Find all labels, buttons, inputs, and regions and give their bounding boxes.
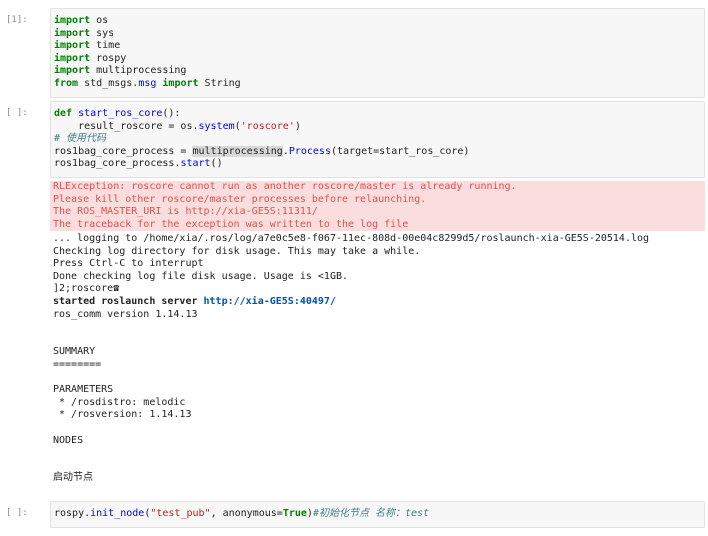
code-line: ros1bag_core_process = multiprocessing.P… xyxy=(54,145,704,159)
code-token: # 使用代码 xyxy=(54,133,107,145)
stdout-output: ... logging to /home/xia/.ros/log/a7e0c5… xyxy=(50,233,705,485)
stderr-line: The ROS_MASTER_URI is http://xia-GE5S:11… xyxy=(53,206,318,218)
cell-prompt-2: [ ]: xyxy=(6,108,28,118)
code-token: rospy xyxy=(90,52,127,64)
code-token: (): xyxy=(162,108,181,119)
stdout-line: started roslaunch server http://xia-GE5S… xyxy=(50,296,705,309)
code-cell-imports[interactable]: import os import sys import time import ros… xyxy=(50,8,705,98)
stdout-text: * /rosdistro: melodic xyxy=(53,396,186,408)
stdout-text: Press Ctrl-C to interrupt xyxy=(53,258,204,270)
code-line: import time xyxy=(54,40,704,53)
stdout-line: * /rosversion: 1.14.13 xyxy=(50,409,705,422)
stderr-output: RLException: roscore cannot run as anoth… xyxy=(50,181,705,232)
stdout-line: Press Ctrl-C to interrupt xyxy=(50,258,705,271)
code-line: def start_ros_core(): xyxy=(54,108,704,121)
code-token: sys xyxy=(90,27,115,39)
stdout-line xyxy=(50,460,705,473)
stdout-text: started roslaunch server xyxy=(53,295,204,307)
code-token: start xyxy=(180,158,211,170)
code-line: rospy.init_node("test_pub", anonymous=Tr… xyxy=(54,508,704,521)
stderr-line: The traceback for the exception was writ… xyxy=(53,218,409,230)
stdout-line: 启动节点 xyxy=(50,472,705,485)
code-line: # 使用代码 xyxy=(54,133,704,146)
stdout-line: NODES xyxy=(50,435,705,448)
code-token: import xyxy=(54,65,91,77)
code-token: True xyxy=(282,508,307,519)
stdout-line: * /rosdistro: melodic xyxy=(50,397,705,410)
code-line: result_roscore = os.system('roscore') xyxy=(54,121,704,134)
code-token: msg xyxy=(138,77,157,89)
stdout-text: ]2;roscore☎ xyxy=(53,283,120,295)
code-token: Process xyxy=(288,145,331,157)
stdout-line: ros_comm version 1.14.13 xyxy=(50,309,705,322)
cell-prompt-3: [ ]: xyxy=(6,508,28,518)
stdout-line: ]2;roscore☎ xyxy=(50,283,705,296)
stdout-line xyxy=(50,422,705,435)
stdout-line: ... logging to /home/xia/.ros/log/a7e0c5… xyxy=(50,233,705,246)
code-token: init_node xyxy=(90,508,145,519)
stdout-text: SUMMARY xyxy=(53,346,96,358)
stdout-text: Done checking log file disk usage. Usage… xyxy=(53,270,349,282)
code-line: import os xyxy=(54,15,704,28)
code-token: ros1bag_core_process. xyxy=(54,158,181,170)
code-cell-init-node[interactable]: rospy.init_node("test_pub", anonymous=Tr… xyxy=(50,501,705,528)
code-token: from xyxy=(54,77,79,89)
code-token: system xyxy=(198,120,235,132)
code-token: import xyxy=(54,52,91,64)
stdout-text: PARAMETERS xyxy=(53,384,114,396)
code-token: multiprocessing xyxy=(90,65,187,77)
code-token: #初始化节点 名称：test xyxy=(312,508,430,519)
code-cell-ros-core[interactable]: def start_ros_core(): result_roscore = o… xyxy=(50,101,705,178)
code-token: "test_pub" xyxy=(150,508,211,519)
code-line: import sys xyxy=(54,28,704,41)
code-token: () xyxy=(210,158,223,170)
stdout-line: ======== xyxy=(50,359,705,372)
code-token: multiprocessing xyxy=(192,145,283,157)
code-token: import xyxy=(162,77,199,89)
server-url-link[interactable]: http://xia-GE5S:40497/ xyxy=(204,296,336,307)
code-line: import multiprocessing xyxy=(54,65,704,78)
code-token: , anonymous= xyxy=(210,508,283,519)
code-token: 'roscore' xyxy=(240,120,295,132)
code-token: import xyxy=(54,40,91,52)
stdout-line xyxy=(50,321,705,334)
code-token: result_roscore = os. xyxy=(54,120,199,132)
stdout-line xyxy=(50,334,705,347)
stdout-line xyxy=(50,372,705,385)
stdout-line xyxy=(50,447,705,460)
code-token: import xyxy=(54,15,91,26)
stdout-text: Checking log directory for disk usage. T… xyxy=(53,245,421,257)
code-token: os xyxy=(90,15,109,26)
code-token: time xyxy=(90,40,121,52)
stdout-text: 启动节点 xyxy=(53,472,93,484)
stdout-line: Checking log directory for disk usage. T… xyxy=(50,246,705,259)
stdout-line: Done checking log file disk usage. Usage… xyxy=(50,271,705,284)
code-token: ) xyxy=(294,120,301,132)
code-line: from std_msgs.msg import String xyxy=(54,78,704,91)
code-line: ros1bag_core_process.start() xyxy=(54,158,704,171)
code-token: (target=start_ros_core) xyxy=(330,145,470,157)
stdout-text: ... logging to /home/xia/.ros/log/a7e0c5… xyxy=(53,233,650,244)
stdout-text: * /rosversion: 1.14.13 xyxy=(53,409,192,421)
stdout-text: ======== xyxy=(53,358,102,370)
cell-prompt-1: [1]: xyxy=(6,15,28,25)
code-token: rospy. xyxy=(54,508,91,519)
stdout-line: SUMMARY xyxy=(50,346,705,359)
stdout-text: ros_comm version 1.14.13 xyxy=(53,308,198,320)
stdout-text: NODES xyxy=(53,434,84,446)
code-token: std_msgs. xyxy=(78,77,139,89)
code-token: ros1bag_core_process = xyxy=(54,145,193,157)
code-line: import rospy xyxy=(54,53,704,66)
stdout-line: PARAMETERS xyxy=(50,384,705,397)
stderr-line: RLException: roscore cannot run as anoth… xyxy=(53,181,517,192)
code-token: def xyxy=(54,108,73,119)
code-token: String xyxy=(198,77,241,89)
stderr-line: Please kill other roscore/master process… xyxy=(53,193,427,205)
code-token: start_ros_core xyxy=(78,108,163,119)
code-token: import xyxy=(54,27,91,39)
